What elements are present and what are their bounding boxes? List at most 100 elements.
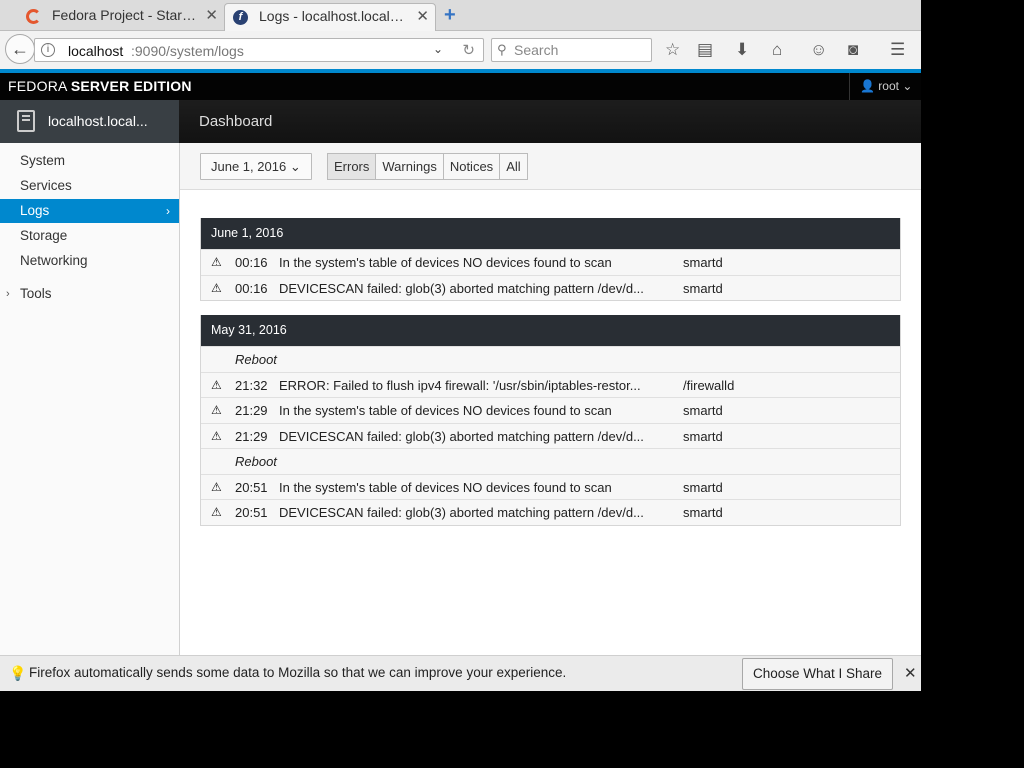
smiley-icon[interactable]: ☺ <box>810 40 827 60</box>
sidebar-item-storage[interactable]: Storage <box>0 224 179 248</box>
url-host: localhost <box>68 43 124 59</box>
browser-window: Fedora Project - Star… ✕ f Logs - localh… <box>0 0 921 691</box>
cockpit-topbar: FEDORA SERVER EDITION 👤 root ⌄ <box>0 73 921 100</box>
tab-fedora-project[interactable]: Fedora Project - Star… ✕ <box>18 3 224 31</box>
log-time: 21:32 <box>235 377 268 393</box>
data-notification-bar: 💡 Firefox automatically sends some data … <box>0 655 921 691</box>
log-group-date: May 31, 2016 <box>201 315 900 346</box>
priority-filter: Errors Warnings Notices All <box>327 153 528 180</box>
host-name: localhost.local... <box>48 113 148 129</box>
sidebar-item-tools[interactable]: › Tools <box>0 282 179 306</box>
log-message: DEVICESCAN failed: glob(3) aborted match… <box>279 280 644 296</box>
reload-icon[interactable]: ↻ <box>462 41 475 59</box>
log-entry[interactable]: ⚠ 21:32 ERROR: Failed to flush ipv4 fire… <box>201 371 900 397</box>
log-reboot-marker: Reboot <box>201 448 900 474</box>
log-message: In the system's table of devices NO devi… <box>279 403 612 418</box>
filter-warnings-button[interactable]: Warnings <box>376 154 444 179</box>
menu-icon[interactable]: ☰ <box>890 40 905 60</box>
warning-icon: ⚠ <box>211 505 222 519</box>
warning-icon: ⚠ <box>211 255 222 269</box>
log-time: 21:29 <box>235 403 268 418</box>
log-time: 20:51 <box>235 479 268 495</box>
log-group-date: June 1, 2016 <box>201 218 900 249</box>
host-bar: localhost.local... Dashboard <box>0 100 921 143</box>
user-name: root <box>878 79 899 93</box>
date-select[interactable]: June 1, 2016 ⌄ <box>200 153 312 180</box>
warning-icon: ⚠ <box>211 377 222 392</box>
log-entry[interactable]: ⚠ 20:51 In the system's table of devices… <box>201 473 900 499</box>
log-source: smartd <box>683 505 723 520</box>
close-icon[interactable]: ✕ <box>205 3 218 28</box>
warning-icon: ⚠ <box>211 280 222 295</box>
bookmark-star-icon[interactable]: ☆ <box>665 40 680 60</box>
brand-logo: FEDORA SERVER EDITION <box>8 78 192 94</box>
close-icon[interactable]: ✕ <box>904 664 917 682</box>
log-entry[interactable]: ⚠ 20:51 DEVICESCAN failed: glob(3) abort… <box>201 499 900 525</box>
chevron-right-icon: › <box>166 204 170 218</box>
filter-errors-button[interactable]: Errors <box>328 154 377 179</box>
download-icon[interactable]: ⬇ <box>735 40 749 60</box>
log-source: smartd <box>683 255 723 270</box>
warning-icon: ⚠ <box>211 428 222 443</box>
close-icon[interactable]: ✕ <box>416 4 429 29</box>
sidebar-item-services[interactable]: Services <box>0 174 179 198</box>
log-group: May 31, 2016 Reboot ⚠ 21:32 ERROR: Faile… <box>200 315 901 526</box>
log-time: 00:16 <box>235 280 268 296</box>
log-source: /firewalld <box>683 377 735 393</box>
server-icon <box>17 110 35 132</box>
log-reboot-marker: Reboot <box>201 346 900 372</box>
lightbulb-icon: 💡 <box>9 665 27 681</box>
url-path: :9090/system/logs <box>131 43 244 59</box>
log-message: DEVICESCAN failed: glob(3) aborted match… <box>279 505 644 520</box>
pocket-icon[interactable]: ◙ <box>848 40 858 60</box>
notification-text: Firefox automatically sends some data to… <box>29 665 567 680</box>
host-selector[interactable]: localhost.local... <box>0 100 179 143</box>
log-time: 21:29 <box>235 428 268 444</box>
dashboard-link[interactable]: Dashboard <box>199 113 272 130</box>
user-menu[interactable]: 👤 root ⌄ <box>849 73 921 100</box>
chevron-down-icon: ⌄ <box>289 159 301 174</box>
log-entry[interactable]: ⚠ 21:29 DEVICESCAN failed: glob(3) abort… <box>201 422 900 448</box>
chevron-down-icon[interactable]: ⌄ <box>433 42 443 56</box>
user-icon: 👤 <box>860 79 875 93</box>
sidebar-item-system[interactable]: System <box>0 149 179 173</box>
fedora-icon: f <box>233 10 248 25</box>
navigation-bar: ← i localhost :9090/system/logs ⌄ ↻ ⚲ Se… <box>0 31 921 69</box>
filter-notices-button[interactable]: Notices <box>443 154 501 179</box>
warning-icon: ⚠ <box>211 479 222 494</box>
log-source: smartd <box>683 479 723 495</box>
home-icon[interactable]: ⌂ <box>772 40 782 60</box>
new-tab-icon[interactable]: + <box>444 4 456 27</box>
filter-bar: June 1, 2016 ⌄ Errors Warnings Notices A… <box>180 143 921 190</box>
sidebar-item-networking[interactable]: Networking <box>0 249 179 273</box>
log-entry[interactable]: ⚠ 00:16 DEVICESCAN failed: glob(3) abort… <box>201 274 900 300</box>
chevron-down-icon: ⌄ <box>902 79 913 93</box>
tab-strip: Fedora Project - Star… ✕ f Logs - localh… <box>0 0 921 31</box>
log-message: In the system's table of devices NO devi… <box>279 255 612 270</box>
url-bar[interactable]: i localhost :9090/system/logs ⌄ ↻ <box>34 38 484 62</box>
chevron-right-icon: › <box>6 288 10 300</box>
choose-what-i-share-button[interactable]: Choose What I Share <box>742 658 893 690</box>
log-message: ERROR: Failed to flush ipv4 firewall: '/… <box>279 377 641 393</box>
info-icon[interactable]: i <box>41 43 55 57</box>
log-group: June 1, 2016 ⚠ 00:16 In the system's tab… <box>200 218 901 301</box>
log-entry[interactable]: ⚠ 21:29 In the system's table of devices… <box>201 397 900 423</box>
filter-all-button[interactable]: All <box>500 154 527 179</box>
warning-icon: ⚠ <box>211 403 222 417</box>
sidebar-item-logs[interactable]: Logs › <box>0 199 179 223</box>
log-source: smartd <box>683 403 723 418</box>
log-entry[interactable]: ⚠ 00:16 In the system's table of devices… <box>201 249 900 275</box>
tab-title: Logs - localhost.local… <box>259 8 404 24</box>
log-message: Reboot <box>235 352 277 367</box>
reading-list-icon[interactable]: ▤ <box>697 40 713 60</box>
log-time: 00:16 <box>235 255 268 270</box>
log-source: smartd <box>683 428 723 444</box>
sidebar: System Services Logs › Storage Networking… <box>0 143 180 655</box>
back-button[interactable]: ← <box>5 34 35 64</box>
search-icon: ⚲ <box>497 42 507 57</box>
logs-content: June 1, 2016 ⌄ Errors Warnings Notices A… <box>180 143 921 655</box>
tab-logs[interactable]: f Logs - localhost.local… ✕ <box>224 3 436 31</box>
search-input[interactable]: ⚲ Search <box>491 38 652 62</box>
log-source: smartd <box>683 280 723 296</box>
log-message: DEVICESCAN failed: glob(3) aborted match… <box>279 428 644 444</box>
